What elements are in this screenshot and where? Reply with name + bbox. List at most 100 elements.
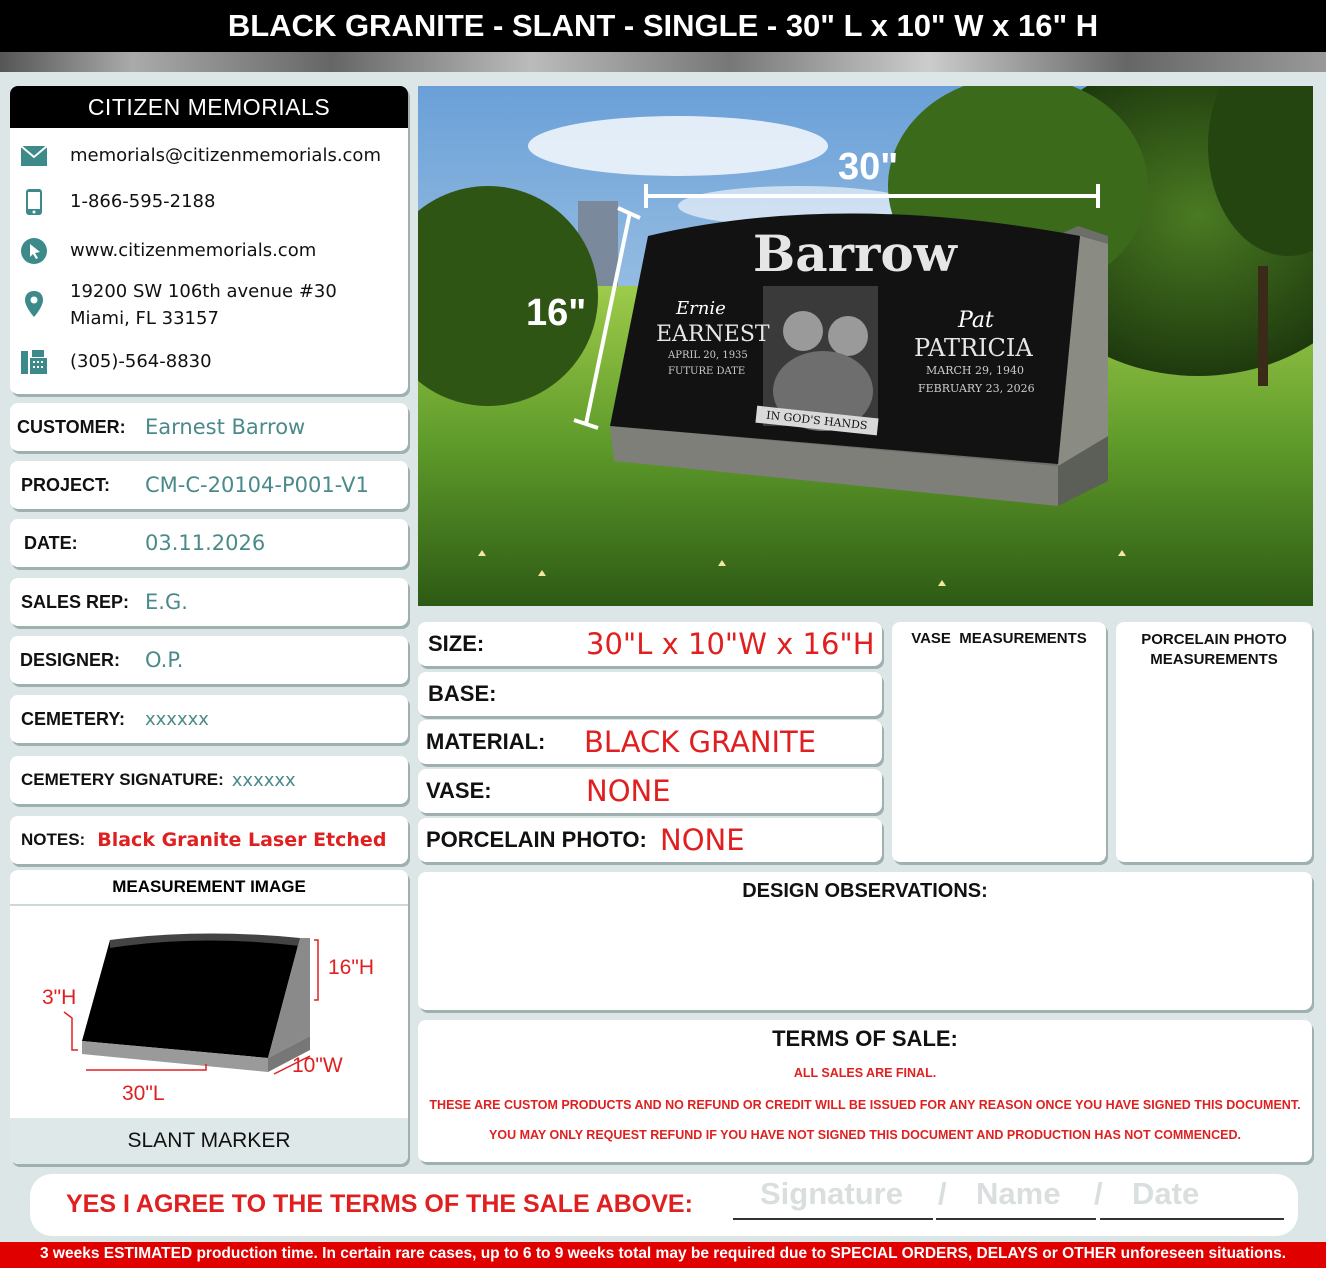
agreement-text: YES I AGREE TO THE TERMS OF THE SALE ABO… — [66, 1190, 693, 1218]
notes-value: Black Granite Laser Etched — [97, 829, 387, 851]
designer-value: O.P. — [145, 648, 184, 672]
base-row: BASE: — [418, 672, 882, 716]
cemetery-row: CEMETERY: xxxxxx — [10, 695, 408, 743]
address-line-2: Miami, FL 33157 — [70, 308, 219, 329]
cemetery-signature-row: CEMETERY SIGNATURE: xxxxxx — [10, 756, 408, 804]
material-row: MATERIAL: BLACK GRANITE — [418, 720, 882, 764]
height-label: 16"H — [328, 956, 374, 979]
customer-label: CUSTOMER: — [17, 416, 126, 437]
terms-line-1: ALL SALES ARE FINAL. — [793, 1066, 937, 1080]
base-height-label: 3"H — [42, 986, 77, 1009]
vase-value: NONE — [586, 774, 671, 808]
size-label: SIZE: — [428, 631, 485, 656]
cemetery-signature-value: xxxxxx — [231, 769, 296, 791]
slant-marker-diagram — [63, 933, 319, 1075]
designer-label: DESIGNER: — [20, 649, 121, 670]
photo-height-label: 16" — [526, 292, 587, 334]
sales-rep-value: E.G. — [145, 590, 188, 614]
address-line-1: 19200 SW 106th avenue #30 — [70, 281, 337, 302]
terms-title: TERMS OF SALE: — [772, 1026, 958, 1051]
left-nickname: Ernie — [676, 298, 726, 319]
address-row: 19200 SW 106th avenue #30 Miami, FL 3315… — [20, 278, 337, 332]
left-birth-date: APRIL 20, 1935 — [668, 350, 748, 361]
right-nickname: Pat — [958, 308, 994, 333]
fax-row: (305)-564-8830 — [20, 348, 212, 376]
right-death-date: FEBRUARY 23, 2026 — [918, 382, 1035, 395]
porcelain-measurements-title-2: MEASUREMENTS — [1150, 651, 1278, 668]
notes-row: NOTES: Black Granite Laser Etched — [10, 816, 408, 864]
design-observations-title: DESIGN OBSERVATIONS: — [742, 880, 988, 902]
name-placeholder[interactable]: Name — [976, 1176, 1060, 1212]
width-label: 10"W — [292, 1054, 343, 1077]
separator-2: / — [1094, 1176, 1103, 1211]
right-birth-date: MARCH 29, 1940 — [926, 364, 1024, 377]
terms-line-3: YOU MAY ONLY REQUEST REFUND IF YOU HAVE … — [489, 1128, 1241, 1142]
vase-label: VASE: — [426, 778, 492, 803]
marker-face — [82, 938, 300, 1058]
measurement-card: MEASUREMENT IMAGE 16"H 3"H 10"W 30"L SLA… — [10, 870, 408, 1164]
notes-label: NOTES: — [21, 830, 86, 849]
base-label: BASE: — [428, 681, 497, 706]
agreement-bar: YES I AGREE TO THE TERMS OF THE SALE ABO… — [30, 1174, 1298, 1236]
website-link[interactable]: www.citizenmemorials.com — [70, 237, 316, 264]
title-divider — [0, 52, 1326, 72]
vase-measurements-box: VASE MEASUREMENTS — [892, 622, 1106, 862]
date-placeholder[interactable]: Date — [1132, 1176, 1199, 1212]
project-value: CM-C-20104-P001-V1 — [145, 473, 369, 497]
photo-width-label: 30" — [838, 146, 899, 188]
base-bracket — [63, 1011, 78, 1051]
measurement-footer: SLANT MARKER — [10, 1118, 408, 1164]
customer-row: CUSTOMER: Earnest Barrow — [10, 403, 408, 451]
length-label: 30"L — [122, 1082, 165, 1105]
cemetery-label: CEMETERY: — [21, 708, 126, 729]
porcelain-label: PORCELAIN PHOTO: — [426, 827, 647, 852]
sales-rep-row: SALES REP: E.G. — [10, 578, 408, 626]
date-row: DATE: 03.11.2026 — [10, 519, 408, 567]
cemetery-signature-label: CEMETERY SIGNATURE: — [21, 770, 224, 789]
vase-row: VASE: NONE — [418, 769, 882, 813]
separator-1: / — [938, 1176, 947, 1211]
vase-measurements-title: VASE MEASUREMENTS — [911, 630, 1087, 647]
email-text[interactable]: memorials@citizenmemorials.com — [70, 142, 381, 169]
date-line — [1100, 1218, 1284, 1220]
porcelain-measurements-title-1: PORCELAIN PHOTO — [1141, 631, 1287, 648]
cemetery-value: xxxxxx — [145, 708, 209, 730]
designer-row: DESIGNER: O.P. — [10, 636, 408, 684]
measurement-header: MEASUREMENT IMAGE — [10, 870, 408, 906]
terms-line-2: THESE ARE CUSTOM PRODUCTS AND NO REFUND … — [429, 1098, 1301, 1112]
location-pin-icon — [20, 290, 48, 318]
website-row: www.citizenmemorials.com — [20, 237, 316, 265]
mobile-phone-icon — [20, 188, 48, 216]
height-bracket — [314, 939, 319, 1001]
left-name: EARNEST — [656, 322, 770, 347]
fax-text[interactable]: (305)-564-8830 — [70, 348, 212, 375]
project-label: PROJECT: — [21, 474, 111, 495]
phone-text[interactable]: 1-866-595-2188 — [70, 188, 215, 215]
fax-icon — [20, 348, 48, 376]
production-time-notice: 3 weeks ESTIMATED production time. In ce… — [0, 1242, 1326, 1268]
design-observations-box: DESIGN OBSERVATIONS: — [418, 872, 1312, 1010]
page-title: BLACK GRANITE - SLANT - SINGLE - 30" L x… — [0, 0, 1326, 52]
customer-value: Earnest Barrow — [145, 415, 306, 439]
porcelain-measurements-box: PORCELAIN PHOTO MEASUREMENTS — [1116, 622, 1312, 862]
signature-placeholder[interactable]: Signature — [760, 1176, 903, 1212]
email-icon — [20, 142, 48, 170]
company-card: CITIZEN MEMORIALS memorials@citizenmemor… — [10, 86, 408, 394]
sales-rep-label: SALES REP: — [21, 591, 130, 612]
name-line — [936, 1218, 1096, 1220]
signature-line — [733, 1218, 933, 1220]
terms-box: TERMS OF SALE: ALL SALES ARE FINAL. THES… — [418, 1020, 1312, 1162]
material-label: MATERIAL: — [426, 729, 546, 754]
left-death-date: FUTURE DATE — [668, 366, 746, 377]
project-row: PROJECT: CM-C-20104-P001-V1 — [10, 461, 408, 509]
phone-row: 1-866-595-2188 — [20, 188, 215, 216]
email-row: memorials@citizenmemorials.com — [20, 142, 381, 170]
material-value: BLACK GRANITE — [584, 725, 817, 759]
length-bracket — [86, 1064, 207, 1071]
size-value: 30"L x 10"W x 16"H — [586, 627, 875, 661]
product-photo: 30" 16" Barrow Ernie EARNEST APRIL 20, 1… — [418, 86, 1313, 606]
cursor-icon — [20, 237, 48, 265]
date-label: DATE: — [24, 532, 78, 553]
porcelain-value: NONE — [660, 823, 745, 857]
family-name: Barrow — [753, 224, 957, 283]
